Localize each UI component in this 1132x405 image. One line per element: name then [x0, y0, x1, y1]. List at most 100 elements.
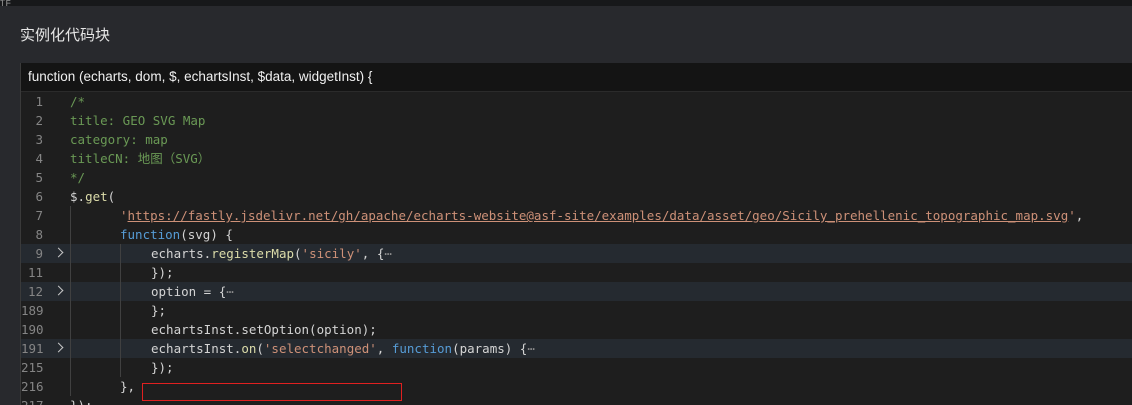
line-number: 7 — [35, 208, 43, 223]
string-token: ' — [120, 208, 128, 223]
line-number: 11 — [27, 265, 43, 280]
indent-guide — [70, 244, 71, 263]
comment-token: category: map — [70, 132, 168, 147]
function-signature: function (echarts, dom, $, echartsInst, … — [28, 69, 373, 84]
editor-header: function (echarts, dom, $, echartsInst, … — [21, 63, 1132, 92]
indent-guide — [120, 282, 121, 301]
code-token: $. — [70, 189, 86, 204]
code-line[interactable]: 11 }); — [21, 263, 1132, 282]
indent-guide — [120, 358, 121, 377]
chevron-right-icon[interactable] — [53, 247, 64, 258]
code-token: (params) { — [452, 341, 528, 356]
line-number: 4 — [35, 151, 43, 166]
indent-guide — [70, 339, 71, 358]
line-text: }); — [151, 358, 174, 377]
line-text: }; — [151, 301, 166, 320]
line-text: /* — [70, 92, 85, 111]
code-line[interactable]: 8 function(svg) { — [21, 225, 1132, 244]
code-token: }; — [151, 303, 167, 318]
code-editor[interactable]: function (echarts, dom, $, echartsInst, … — [20, 63, 1132, 405]
string-token: ' — [1068, 208, 1076, 223]
chevron-right-icon[interactable] — [53, 342, 64, 353]
line-number: 3 — [35, 132, 43, 147]
code-line[interactable]: 6 $.get( — [21, 187, 1132, 206]
line-text: option = {⋯ — [151, 282, 234, 301]
line-text: */ — [70, 168, 85, 187]
code-area[interactable]: 1 /* 2 title: GEO SVG Map 3 category: ma… — [21, 92, 1132, 405]
code-token: ( — [294, 246, 302, 261]
line-number: 6 — [35, 189, 43, 204]
code-token: echartsInst. — [151, 322, 242, 337]
indent-guide — [120, 320, 121, 339]
dialog-title: 实例化代码块 — [20, 26, 111, 44]
line-number: 9 — [35, 246, 43, 261]
code-token: }); — [151, 360, 174, 375]
indent-guide — [70, 282, 71, 301]
url-link[interactable]: https://fastly.jsdelivr.net/gh/apache/ec… — [128, 208, 1069, 223]
code-line[interactable]: 4 titleCN: 地图（SVG） — [21, 149, 1132, 168]
string-token: 'selectchanged' — [263, 341, 377, 356]
code-line[interactable]: 190 echartsInst.setOption(option); — [21, 320, 1132, 339]
line-text: }, — [120, 377, 135, 396]
function-token: get — [85, 189, 108, 204]
line-number: 8 — [35, 227, 43, 242]
keyword-token: function — [120, 227, 181, 242]
fold-ellipsis[interactable]: ⋯ — [226, 284, 234, 299]
code-line[interactable]: 189 }; — [21, 301, 1132, 320]
indent-guide — [70, 301, 71, 320]
indent-guide — [70, 377, 71, 396]
fold-ellipsis[interactable]: ⋯ — [384, 246, 392, 261]
comment-token: /* — [70, 94, 86, 109]
line-text: echarts.registerMap('sicily', {⋯ — [151, 244, 392, 263]
line-text: }); — [70, 396, 93, 405]
code-line[interactable]: 3 category: map — [21, 130, 1132, 149]
chevron-right-icon[interactable] — [53, 285, 64, 296]
line-number: 189 — [21, 303, 44, 318]
fold-ellipsis[interactable]: ⋯ — [527, 341, 535, 356]
line-number: 216 — [21, 379, 44, 394]
code-line[interactable]: 12 option = {⋯ — [21, 282, 1132, 301]
annotation-highlight-box — [142, 383, 402, 401]
line-number: 12 — [27, 284, 43, 299]
function-token: setOption — [241, 322, 310, 337]
code-line[interactable]: 2 title: GEO SVG Map — [21, 111, 1132, 130]
line-text: title: GEO SVG Map — [70, 111, 205, 130]
indent-guide — [120, 339, 121, 358]
code-line[interactable]: 7 'https://fastly.jsdelivr.net/gh/apache… — [21, 206, 1132, 225]
line-number: 2 — [35, 113, 43, 128]
code-line[interactable]: 215 }); — [21, 358, 1132, 377]
code-token: (option); — [309, 322, 377, 337]
line-number: 217 — [21, 396, 44, 405]
comment-token: title: GEO SVG Map — [70, 113, 206, 128]
line-number: 191 — [21, 341, 44, 356]
line-text: category: map — [70, 130, 168, 149]
line-text: 'https://fastly.jsdelivr.net/gh/apache/e… — [120, 206, 1083, 225]
code-line[interactable]: 191 echartsInst.on('selectchanged', func… — [21, 339, 1132, 358]
line-text: echartsInst.setOption(option); — [151, 320, 377, 339]
line-text: function(svg) { — [120, 225, 233, 244]
function-token: registerMap — [211, 246, 295, 261]
line-number: 1 — [35, 94, 43, 109]
string-token: 'sicily' — [301, 246, 362, 261]
indent-guide — [120, 244, 121, 263]
code-token: }); — [70, 398, 93, 405]
line-text: echartsInst.on('selectchanged', function… — [151, 339, 535, 358]
code-token: echartsInst. — [151, 341, 242, 356]
line-text: $.get( — [70, 187, 115, 206]
code-line[interactable]: 1 /* — [21, 92, 1132, 111]
comment-token: */ — [70, 170, 86, 185]
function-token: on — [241, 341, 257, 356]
line-text: }); — [151, 263, 174, 282]
code-line[interactable]: 9 echarts.registerMap('sicily', {⋯ — [21, 244, 1132, 263]
code-token: }, — [120, 379, 136, 394]
indent-guide — [120, 301, 121, 320]
code-token: , { — [361, 246, 385, 261]
indent-guide — [70, 320, 71, 339]
code-line[interactable]: 5 */ — [21, 168, 1132, 187]
comment-token: titleCN: 地图（SVG） — [70, 151, 211, 166]
dialog-panel: 实例化代码块 function (echarts, dom, $, echart… — [0, 6, 1132, 405]
indent-guide — [70, 206, 71, 225]
indent-guide — [70, 225, 71, 244]
code-token: ( — [256, 341, 264, 356]
line-number: 5 — [35, 170, 43, 185]
